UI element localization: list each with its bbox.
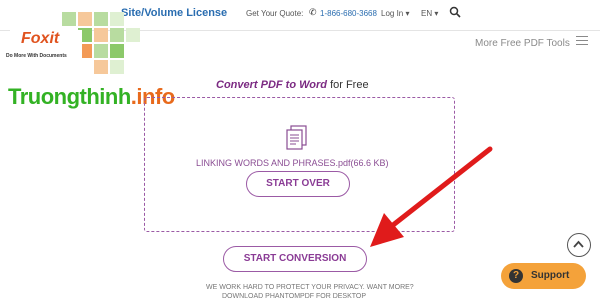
help-icon: ?: [509, 269, 523, 283]
support-button[interactable]: ? Support: [501, 263, 586, 289]
login-menu[interactable]: Log In ▾: [381, 9, 409, 18]
logo-square: [94, 44, 108, 58]
logo-square: [110, 12, 124, 26]
download-phantompdf-link[interactable]: DOWNLOAD PHANTOMPDF FOR DESKTOP: [222, 293, 366, 300]
foxit-logo[interactable]: Foxit Do More With Documents: [0, 0, 150, 92]
logo-square: [94, 12, 108, 26]
start-over-button[interactable]: START OVER: [246, 171, 350, 197]
logo-square: [110, 60, 124, 74]
logo-square: [110, 44, 124, 58]
page-title-strong: Convert PDF to Word: [216, 79, 328, 91]
logo-tagline: Do More With Documents: [6, 53, 67, 59]
pdf-files-icon: [286, 125, 307, 150]
support-label: Support: [531, 270, 570, 281]
page-title: Convert PDF to Word for Free: [216, 79, 369, 91]
logo-square: [110, 28, 124, 42]
more-free-pdf-tools-link[interactable]: More Free PDF Tools: [475, 38, 570, 49]
scroll-to-top-button[interactable]: [567, 233, 591, 257]
phone-icon: ✆: [309, 7, 317, 17]
logo-square: [126, 28, 140, 42]
chevron-up-icon: [573, 240, 584, 248]
annotation-arrow: [370, 146, 493, 247]
logo-square: [94, 28, 108, 42]
privacy-notice: WE WORK HARD TO PROTECT YOUR PRIVACY. WA…: [206, 284, 414, 291]
logo-square: [94, 60, 108, 74]
logo-brand: Foxit: [21, 30, 60, 47]
logo-square: [78, 12, 92, 26]
search-icon[interactable]: [449, 6, 461, 18]
page-title-rest: for Free: [327, 79, 369, 91]
logo-square: [62, 12, 76, 26]
phone-number-link[interactable]: 1-866-680-3668: [320, 9, 377, 18]
hamburger-menu-icon[interactable]: [576, 36, 588, 48]
language-select[interactable]: EN ▾: [421, 9, 438, 18]
quote-label: Get Your Quote:: [246, 9, 304, 18]
watermark-name: Truongthinh: [8, 84, 131, 109]
